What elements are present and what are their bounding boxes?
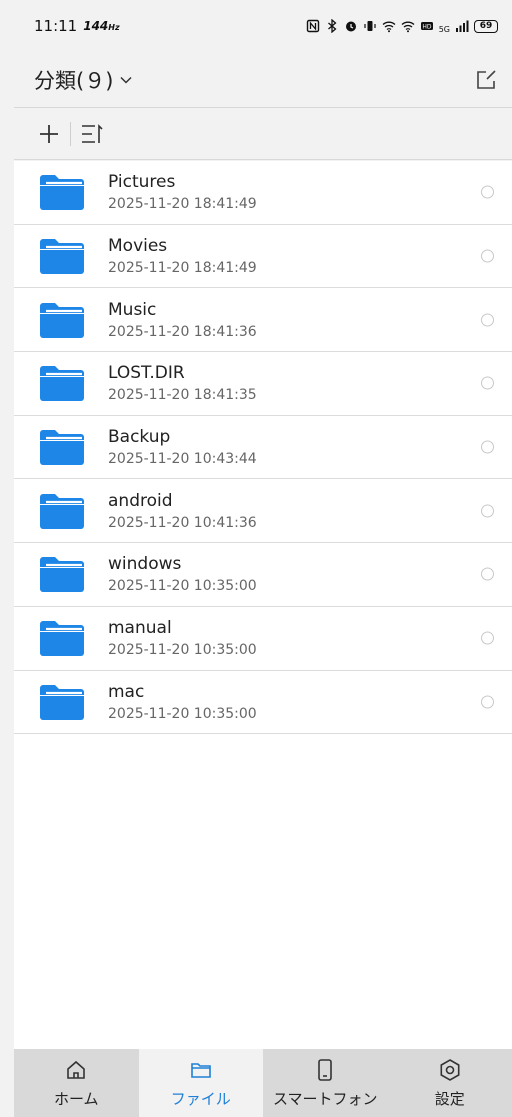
- select-radio[interactable]: [481, 376, 494, 390]
- folder-name: Movies: [108, 236, 168, 257]
- select-radio[interactable]: [481, 504, 494, 518]
- nav-smartphone[interactable]: スマートフォン: [263, 1049, 388, 1117]
- folder-icon: [40, 430, 84, 466]
- network-type: 5G: [438, 24, 450, 34]
- bottom-nav: ホーム ファイル スマートフォン 設定: [14, 1049, 512, 1117]
- wifi-icon-2: [401, 21, 415, 33]
- folder-date: 2025-11-20 10:35:00: [108, 578, 257, 595]
- plus-icon: [40, 124, 58, 143]
- add-button[interactable]: [36, 121, 62, 147]
- status-time: 11:11: [34, 17, 78, 35]
- folder-date: 2025-11-20 18:41:49: [108, 260, 257, 277]
- folder-name: android: [108, 490, 173, 511]
- settings-icon: [440, 1058, 460, 1081]
- select-radio[interactable]: [481, 440, 494, 454]
- home-icon: [67, 1060, 86, 1079]
- folder-icon: [40, 175, 84, 211]
- folder-name: Pictures: [108, 172, 176, 193]
- folder-row[interactable]: Pictures 2025-11-20 18:41:49: [14, 161, 512, 225]
- battery-icon: 69: [474, 19, 498, 33]
- folder-row[interactable]: Backup 2025-11-20 10:43:44: [14, 416, 512, 480]
- hd-icon: HD: [420, 22, 433, 31]
- folder-row[interactable]: windows 2025-11-20 10:35:00: [14, 543, 512, 607]
- folder-row[interactable]: android 2025-11-20 10:41:36: [14, 479, 512, 544]
- select-radio[interactable]: [481, 313, 494, 327]
- select-radio[interactable]: [481, 567, 494, 581]
- toolbar: [14, 108, 512, 160]
- select-radio[interactable]: [481, 695, 494, 709]
- folder-date: 2025-11-20 10:41:36: [108, 514, 257, 531]
- wifi-icon: [382, 21, 396, 33]
- folder-name: Backup: [108, 427, 171, 448]
- folder-row[interactable]: Music 2025-11-20 18:41:36: [14, 288, 512, 353]
- svg-text:HD: HD: [422, 24, 432, 31]
- sort-button[interactable]: [79, 121, 105, 147]
- nfc-icon: [306, 19, 319, 33]
- refresh-rate: 144Hz: [83, 19, 120, 33]
- folder-icon: [40, 239, 84, 275]
- alarm-icon: [345, 21, 356, 32]
- sort-icon: [82, 123, 103, 143]
- folder-icon: [40, 366, 84, 402]
- folder-icon: [190, 1062, 211, 1078]
- folder-date: 2025-11-20 18:41:49: [108, 196, 257, 213]
- folder-row[interactable]: Movies 2025-11-20 18:41:49: [14, 225, 512, 289]
- folder-date: 2025-11-20 10:35:00: [108, 705, 257, 722]
- folder-name: windows: [108, 554, 182, 575]
- select-radio[interactable]: [481, 185, 494, 199]
- nav-files[interactable]: ファイル: [138, 1049, 263, 1117]
- page-title: 分類(９): [34, 68, 114, 93]
- folder-name: mac: [108, 681, 145, 702]
- phone-icon: [318, 1058, 333, 1081]
- nav-settings-label: 設定: [434, 1089, 465, 1108]
- edit-icon[interactable]: [474, 68, 498, 92]
- folder-row[interactable]: LOST.DIR 2025-11-20 18:41:35: [14, 352, 512, 416]
- app-header: 分類(９): [14, 52, 512, 108]
- nav-settings[interactable]: 設定: [388, 1049, 512, 1117]
- signal-icon: [456, 20, 469, 32]
- folder-icon: [40, 493, 84, 529]
- nav-smartphone-label: スマートフォン: [272, 1089, 378, 1108]
- select-radio[interactable]: [481, 249, 494, 263]
- folder-name: LOST.DIR: [108, 363, 185, 384]
- folder-icon: [40, 557, 84, 593]
- chevron-down-icon: [120, 76, 132, 84]
- nav-home[interactable]: ホーム: [14, 1049, 139, 1117]
- folder-name: manual: [108, 618, 172, 639]
- folder-date: 2025-11-20 10:35:00: [108, 642, 257, 659]
- folder-date: 2025-11-20 18:41:35: [108, 387, 257, 404]
- status-bar: 11:11 144Hz HD 5G 69: [0, 0, 512, 52]
- folder-name: Music: [108, 299, 157, 320]
- folder-row[interactable]: manual 2025-11-20 10:35:00: [14, 607, 512, 671]
- folder-icon: [40, 621, 84, 657]
- folder-icon: [40, 684, 84, 720]
- folder-list: Pictures 2025-11-20 18:41:49 Movies 2025-11…: [14, 161, 512, 1049]
- vibrate-icon: [364, 21, 376, 31]
- folder-icon: [40, 302, 84, 338]
- toolbar-divider: [70, 121, 71, 146]
- bluetooth-icon: [327, 19, 337, 33]
- nav-home-label: ホーム: [53, 1089, 99, 1108]
- folder-date: 2025-11-20 10:43:44: [108, 451, 257, 468]
- nav-files-label: ファイル: [170, 1089, 231, 1108]
- folder-date: 2025-11-20 18:41:36: [108, 323, 257, 340]
- category-dropdown[interactable]: 分類(９): [34, 65, 133, 95]
- select-radio[interactable]: [481, 631, 494, 645]
- folder-row[interactable]: mac 2025-11-20 10:35:00: [14, 671, 512, 735]
